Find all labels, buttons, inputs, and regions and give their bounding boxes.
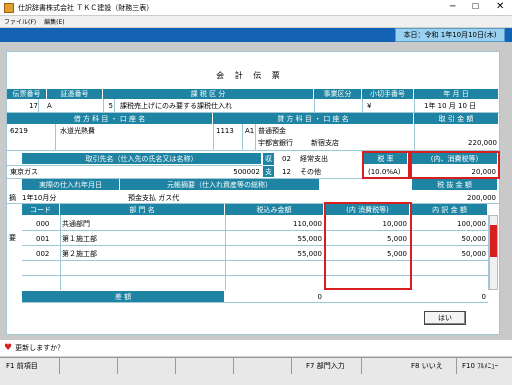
voucher-date[interactable]: 1年 10 月 10 日 [424, 101, 498, 111]
voucher-no[interactable]: 17 [7, 101, 38, 111]
header-diff: 差 額 [22, 291, 225, 302]
label-shi: 支 [263, 166, 275, 177]
exp1-name: 経常支出 [300, 155, 328, 163]
diff-value-net: 0 [481, 293, 486, 301]
menu-edit[interactable]: 編集(E) [44, 17, 64, 26]
f8-button[interactable]: F8 いいえ [407, 358, 457, 374]
credit-branch: 新宿支店 [311, 139, 339, 147]
header-gross-amount: 税込み金額 [225, 204, 324, 215]
header-amount: 取 引 金 額 [414, 113, 499, 124]
ledger-summary[interactable]: 預金支払 ガス代 [128, 193, 318, 203]
credit-bank: 宇都宮銀行 [258, 139, 293, 147]
exp1-code[interactable]: 02 [282, 154, 296, 164]
exp2-name: その他 [300, 168, 321, 176]
net-amount: 200,000 [467, 194, 496, 202]
voucher-mark: A [47, 102, 52, 110]
split-code: 000 [36, 220, 50, 228]
header-date: 年 月 日 [414, 89, 499, 99]
f3-button[interactable] [118, 358, 176, 374]
label-side: 要 [9, 234, 16, 242]
menu-file[interactable]: ファイル(F) [4, 17, 36, 26]
split-net: 50,000 [461, 235, 487, 243]
today-date: 本日：令和 1年10月10日(木) [395, 28, 505, 42]
split-net: 50,000 [461, 250, 487, 258]
split-tax: 5,000 [386, 235, 407, 243]
minimize-icon[interactable]: ─ [450, 2, 455, 12]
header-split-net: 内 訳 金 額 [412, 204, 488, 215]
header-net-amount: 税 抜 金 額 [412, 179, 498, 190]
credit-name: 普通預金 [258, 127, 286, 135]
partner-name: 東京ガス [10, 168, 38, 176]
prompt-text: 更新しますか？ [15, 344, 65, 352]
split-department: 共通部門 [62, 220, 90, 228]
close-icon[interactable]: ✕ [496, 1, 504, 12]
header-check-no: 小切手番号 [362, 89, 414, 99]
header-purchase-date: 実際の仕入れ年月日 [22, 179, 120, 190]
split-tax: 5,000 [386, 250, 407, 258]
menu-bar: ファイル(F) 編集(E) [0, 16, 512, 27]
header-debit: 借 方 科 目 ・ 口 座 名 [7, 113, 213, 124]
diff-value: 0 [317, 293, 322, 301]
header-partner: 取引先名（仕入先の氏名又は名称） [22, 153, 262, 164]
split-code: 001 [36, 235, 50, 243]
header-voucher-no: 伝票番号 [7, 89, 47, 99]
transaction-amount[interactable]: 220,000 [414, 138, 497, 148]
window-title: 仕訳辞書株式会社 ＴＫＣ建設（財務三表） [18, 3, 154, 12]
header-business-category: 事業区分 [314, 89, 362, 99]
header-tax-rate: 税 率 [364, 153, 408, 164]
split-gross: 55,000 [297, 235, 323, 243]
app-icon [4, 2, 14, 13]
split-gross: 110,000 [293, 220, 322, 228]
credit-code[interactable]: 1113 [216, 126, 240, 136]
yen-mark: ¥ [367, 102, 372, 110]
header-evidence-no: 証憑番号 [47, 89, 103, 99]
scrollbar-thumb[interactable] [490, 225, 497, 257]
f1-button[interactable]: F1 前項目 [2, 358, 60, 374]
f2-button[interactable] [60, 358, 118, 374]
label-shu: 収 [263, 153, 275, 165]
tax-rate-value[interactable]: (10.0%A) [368, 167, 408, 177]
f4-button[interactable] [176, 358, 234, 374]
ok-button[interactable]: はい [424, 311, 466, 325]
header-tax-amount: (内、消費税等) [412, 153, 498, 164]
exp2-code[interactable]: 12 [282, 167, 296, 177]
header-credit: 貸 方 科 目 ・ 口 座 名 [213, 113, 414, 124]
header-code: コード [22, 204, 60, 215]
split-department: 第２施工部 [62, 250, 97, 258]
split-code: 002 [36, 250, 50, 258]
purchase-date[interactable]: 1年10月分 [22, 193, 112, 203]
title-bar: 仕訳辞書株式会社 ＴＫＣ建設（財務三表） ─ ☐ ✕ [0, 0, 512, 16]
f7-button[interactable]: F7 部門入力 [302, 358, 362, 374]
prompt-bar: ♥ 更新しますか？ [0, 340, 512, 356]
tax-description: 課税売上げにのみ要する課税仕入れ [120, 102, 232, 110]
split-net: 100,000 [457, 220, 486, 228]
maximize-icon[interactable]: ☐ [472, 2, 479, 11]
partner-code[interactable]: 500002 [210, 167, 260, 177]
f5-button[interactable] [234, 358, 292, 374]
header-department: 部 門 名 [60, 204, 225, 215]
split-gross: 55,000 [297, 250, 323, 258]
f10-button[interactable]: F10 ﾌﾙﾒﾆｭｰ [458, 358, 512, 374]
split-tax: 10,000 [382, 220, 408, 228]
header-summary: 元帳摘要（仕入れ資産等の総称） [120, 179, 320, 190]
tax-amount-value[interactable]: 20,000 [412, 167, 497, 177]
split-department: 第１施工部 [62, 235, 97, 243]
debit-code[interactable]: 6219 [10, 126, 40, 136]
heart-icon: ♥ [4, 343, 13, 353]
tax-code[interactable]: 5 [103, 101, 113, 111]
header-tax-category: 課 税 区 分 [103, 89, 314, 99]
label-teki: 摘 [9, 194, 16, 202]
voucher-title: 会 計 伝 票 [216, 71, 284, 80]
debit-name: 水道光熱費 [60, 127, 95, 135]
header-split-tax: (内 消費税等) [326, 204, 410, 215]
